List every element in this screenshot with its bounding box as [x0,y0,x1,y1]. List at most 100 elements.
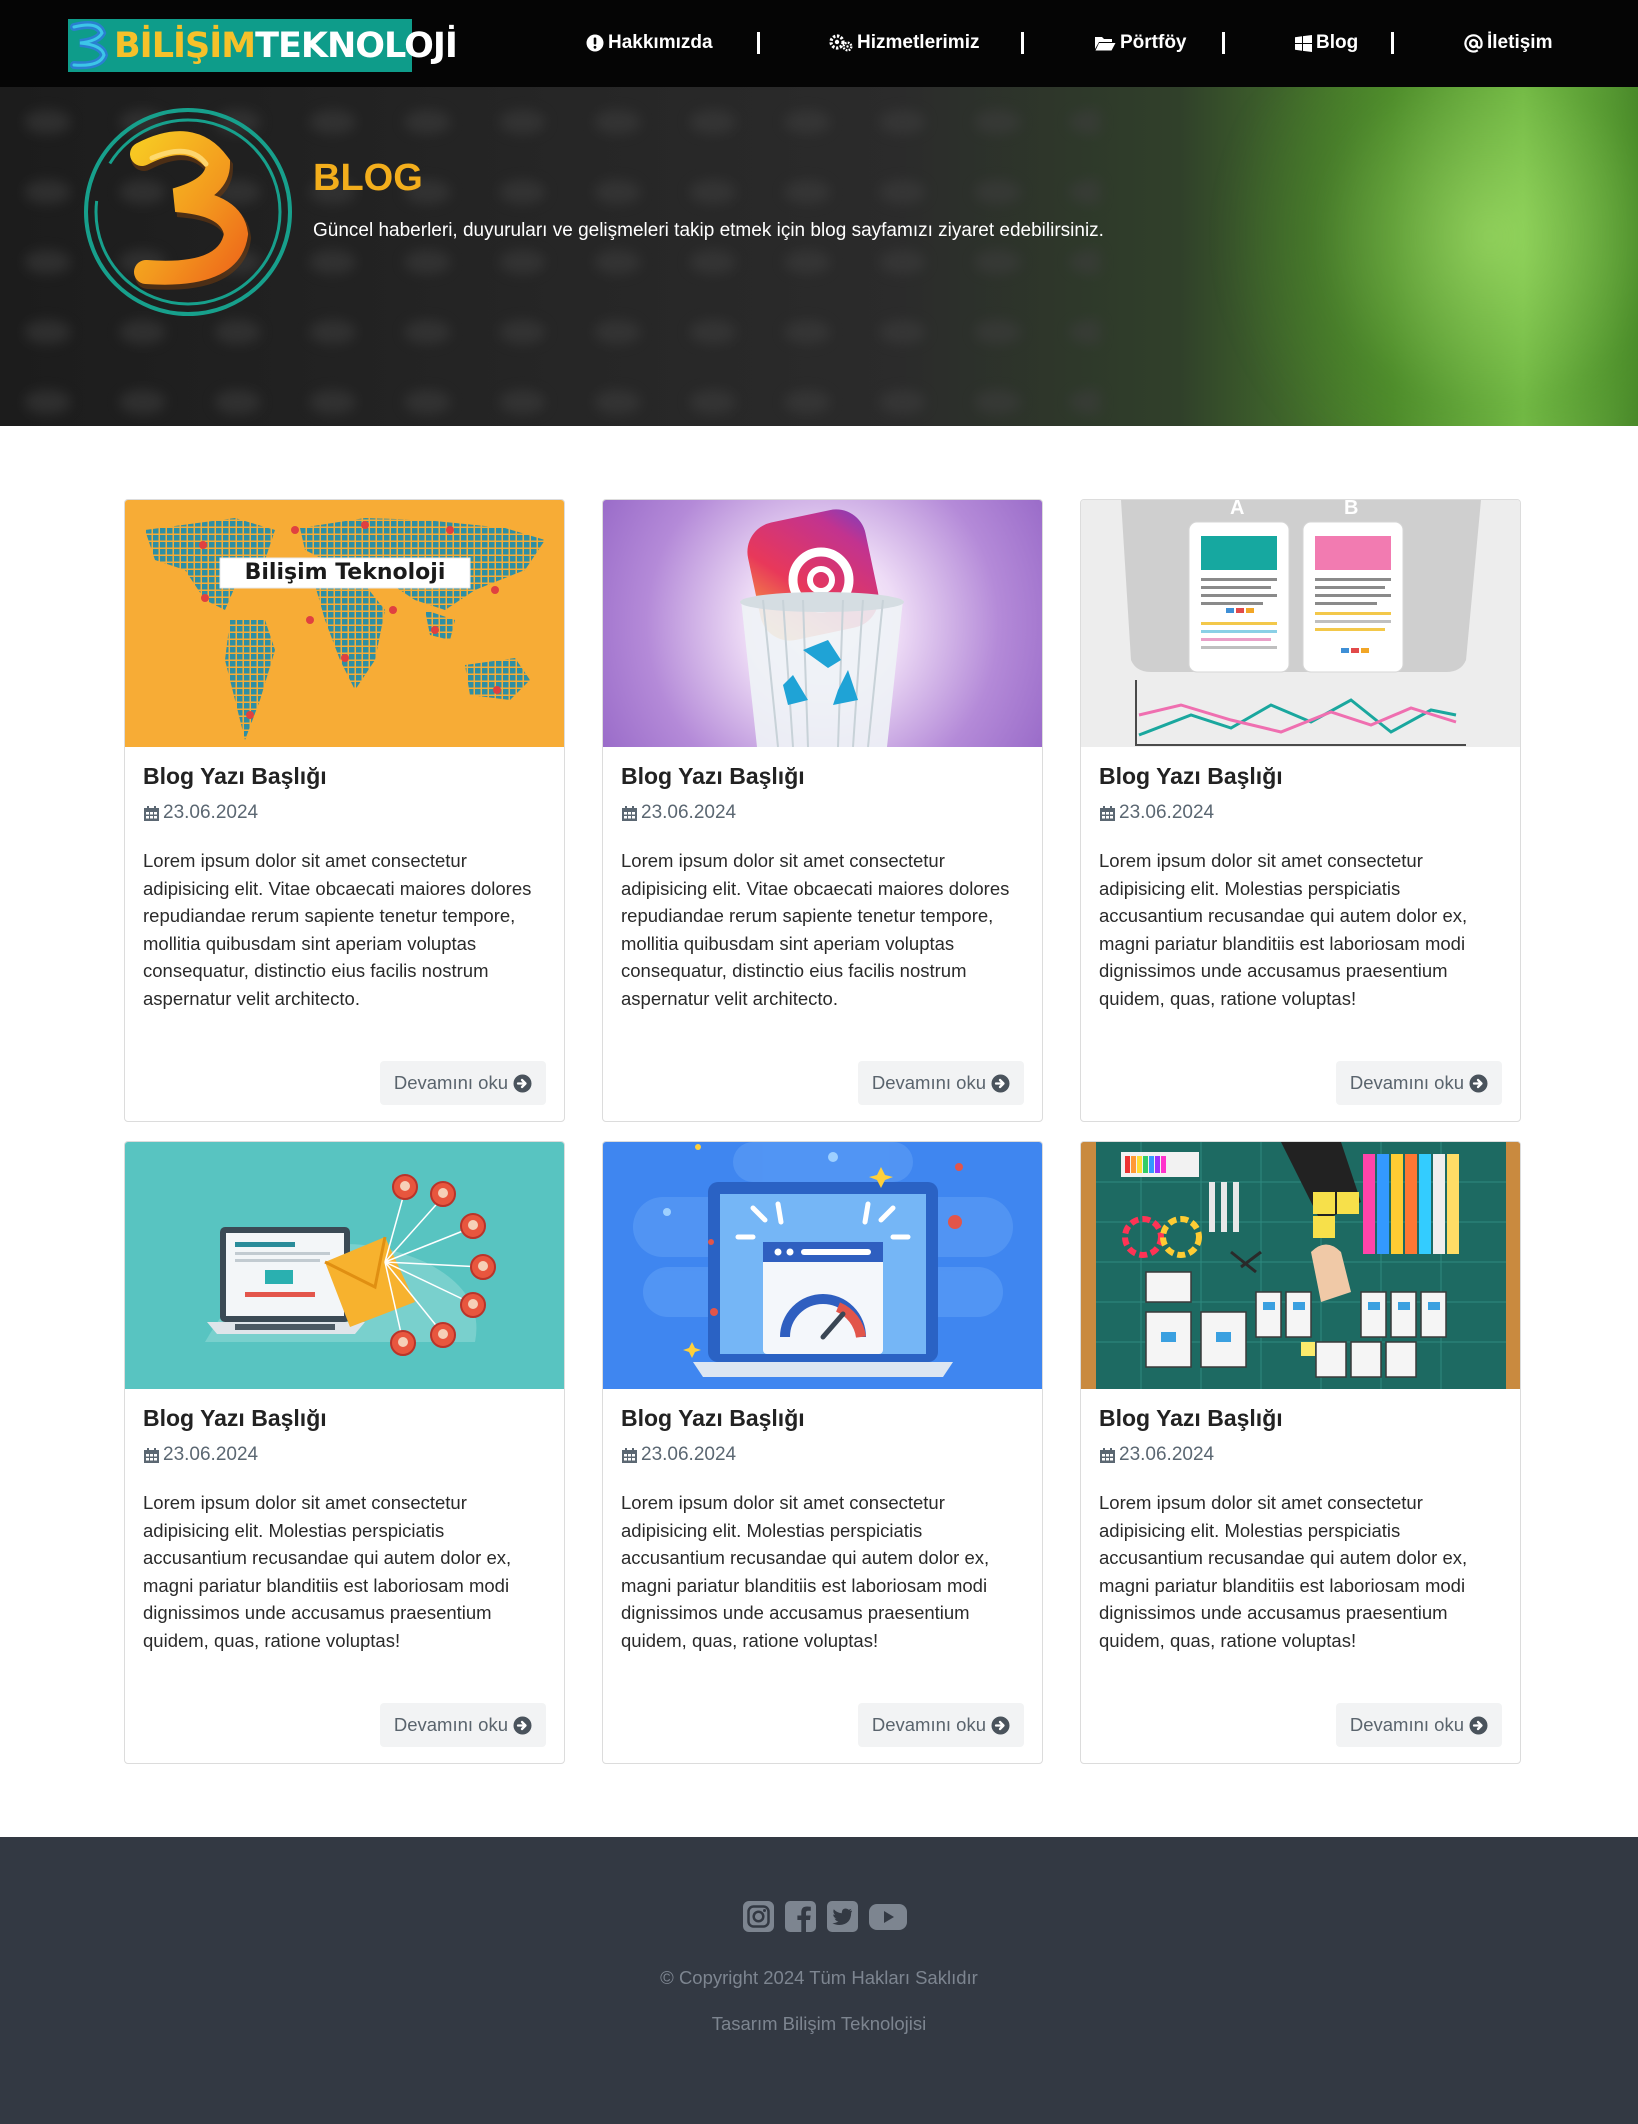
date-text: 23.06.2024 [641,802,737,823]
nav-label: Hakkımızda [608,32,713,53]
ab-test-illustration [1121,500,1481,746]
read-more-button[interactable]: Devamını oku [1335,1703,1502,1747]
blog-card: Blog Yazı Başlığı 23.06.2024 Lorem ipsum… [602,499,1043,1122]
youtube-icon[interactable] [868,1900,908,1933]
ux-wireframe-photo [1081,1142,1520,1389]
blog-card: Blog Yazı Başlığı 23.06.2024 Lorem ipsum… [1080,1141,1521,1764]
calendar-icon [144,1447,159,1463]
read-more-button[interactable]: Devamını oku [379,1061,546,1105]
read-more-button[interactable]: Devamını oku [379,1703,546,1747]
folder-open-icon [1095,37,1116,51]
nav-link-portfoy[interactable]: Pörtföy [1094,22,1187,64]
blog-card-image[interactable] [1081,1142,1520,1389]
blog-card-title[interactable]: Blog Yazı Başlığı [143,1405,327,1432]
page-subtitle: Güncel haberleri, duyuruları ve gelişmel… [313,220,1104,241]
nav-link-blog[interactable]: Blog [1295,22,1358,64]
hero-banner: BLOG Güncel haberleri, duyuruları ve gel… [0,87,1638,426]
read-more-button[interactable]: Devamını oku [857,1061,1024,1105]
blog-card-date: 23.06.2024 [143,802,258,824]
facebook-icon[interactable] [784,1900,817,1933]
nav-link-iletisim[interactable]: İletişim [1464,22,1552,64]
calendar-icon [144,805,159,821]
arrow-circle-right-icon [991,1716,1010,1734]
brand-badge-icon [84,108,292,316]
read-more-label: Devamını oku [1349,1714,1464,1735]
read-more-label: Devamını oku [393,1714,508,1735]
page-title: BLOG [313,157,423,199]
main-nav: Hakkımızda Hizmetlerimiz Pörtföy Blog İl… [0,22,1638,64]
blog-card: Blog Yazı Başlığı 23.06.2024 Lorem ipsum… [124,1141,565,1764]
blog-card-excerpt: Lorem ipsum dolor sit amet consectetur a… [143,850,532,1009]
blog-card-image[interactable] [603,1142,1042,1389]
read-more-label: Devamını oku [871,1714,986,1735]
blog-card-image[interactable]: Bilişim Teknoloji [125,500,564,747]
nav-link-hizmetlerimiz[interactable]: Hizmetlerimiz [829,22,979,64]
nav-separator [1222,32,1225,54]
twitter-icon[interactable] [826,1900,859,1933]
blog-card-image[interactable]: A B [1081,500,1520,747]
blog-card-title[interactable]: Blog Yazı Başlığı [1099,1405,1283,1432]
calendar-icon [622,805,637,821]
ab-label-a: A [1230,500,1245,519]
blog-card-date: 23.06.2024 [143,1444,258,1466]
date-text: 23.06.2024 [163,802,259,823]
read-more-label: Devamını oku [871,1072,986,1093]
blog-card-excerpt: Lorem ipsum dolor sit amet consectetur a… [621,850,1010,1009]
blog-card: A B Blog Yazı Başlığı 23.06.2024 Lorem i… [1080,499,1521,1122]
copyright-text: © Copyright 2024 Tüm Hakları Saklıdır [660,1967,978,1988]
calendar-icon [1100,1447,1115,1463]
site-footer: © Copyright 2024 Tüm Hakları Saklıdır Ta… [0,1837,1638,2124]
date-text: 23.06.2024 [1119,802,1215,823]
nav-separator [757,32,760,54]
blog-card: Blog Yazı Başlığı 23.06.2024 Lorem ipsum… [602,1141,1043,1764]
arrow-circle-right-icon [1469,1716,1488,1734]
nav-label: İletişim [1487,32,1553,53]
read-more-label: Devamını oku [393,1072,508,1093]
blog-card-excerpt: Lorem ipsum dolor sit amet consectetur a… [1099,850,1468,1009]
date-text: 23.06.2024 [163,1444,259,1465]
world-map-illustration [145,518,545,740]
read-more-button[interactable]: Devamını oku [1335,1061,1502,1105]
blog-card-title[interactable]: Blog Yazı Başlığı [143,763,327,790]
ab-label-b: B [1344,500,1359,519]
blog-card-title[interactable]: Blog Yazı Başlığı [621,763,805,790]
image-caption: Bilişim Teknoloji [244,560,446,585]
blog-card-excerpt: Lorem ipsum dolor sit amet consectetur a… [143,1492,512,1651]
arrow-circle-right-icon [513,1074,532,1092]
blog-card-date: 23.06.2024 [621,1444,736,1466]
blog-card-title[interactable]: Blog Yazı Başlığı [1099,763,1283,790]
read-more-label: Devamını oku [1349,1072,1464,1093]
nav-separator [1021,32,1024,54]
calendar-icon [1100,805,1115,821]
email-marketing-illustration [205,1174,496,1356]
hero-plant-background [1178,87,1638,426]
page-speed-illustration [633,1142,1013,1377]
blog-card-date: 23.06.2024 [1099,1444,1214,1466]
read-more-button[interactable]: Devamını oku [857,1703,1024,1747]
blog-card-excerpt: Lorem ipsum dolor sit amet consectetur a… [621,1492,990,1651]
blog-card-date: 23.06.2024 [621,802,736,824]
nav-separator [1391,32,1394,54]
nav-label: Pörtföy [1120,32,1187,53]
nav-link-hakkimizda[interactable]: Hakkımızda [586,22,713,64]
date-text: 23.06.2024 [641,1444,737,1465]
instagram-icon[interactable] [742,1900,775,1933]
nav-label: Hizmetlerimiz [857,32,980,53]
windows-icon [1295,34,1312,52]
date-text: 23.06.2024 [1119,1444,1215,1465]
blog-card-title[interactable]: Blog Yazı Başlığı [621,1405,805,1432]
navbar: BİLİŞİMTEKNOLOJİ Hakkımızda Hizmetlerimi… [0,0,1638,87]
nav-label: Blog [1316,32,1359,53]
at-icon [1464,33,1483,53]
arrow-circle-right-icon [513,1716,532,1734]
gears-icon [829,34,853,52]
blog-card-excerpt: Lorem ipsum dolor sit amet consectetur a… [1099,1492,1468,1651]
calendar-icon [622,1447,637,1463]
design-credit: Tasarım Bilişim Teknolojisi [711,2013,927,2034]
blog-card-image[interactable] [603,500,1042,747]
info-circle-icon [586,34,604,52]
blog-card-date: 23.06.2024 [1099,802,1214,824]
blog-card: Bilişim Teknoloji Blog Yazı Başlığı 23.0… [124,499,565,1122]
social-links [742,1900,908,1933]
blog-card-image[interactable] [125,1142,564,1389]
